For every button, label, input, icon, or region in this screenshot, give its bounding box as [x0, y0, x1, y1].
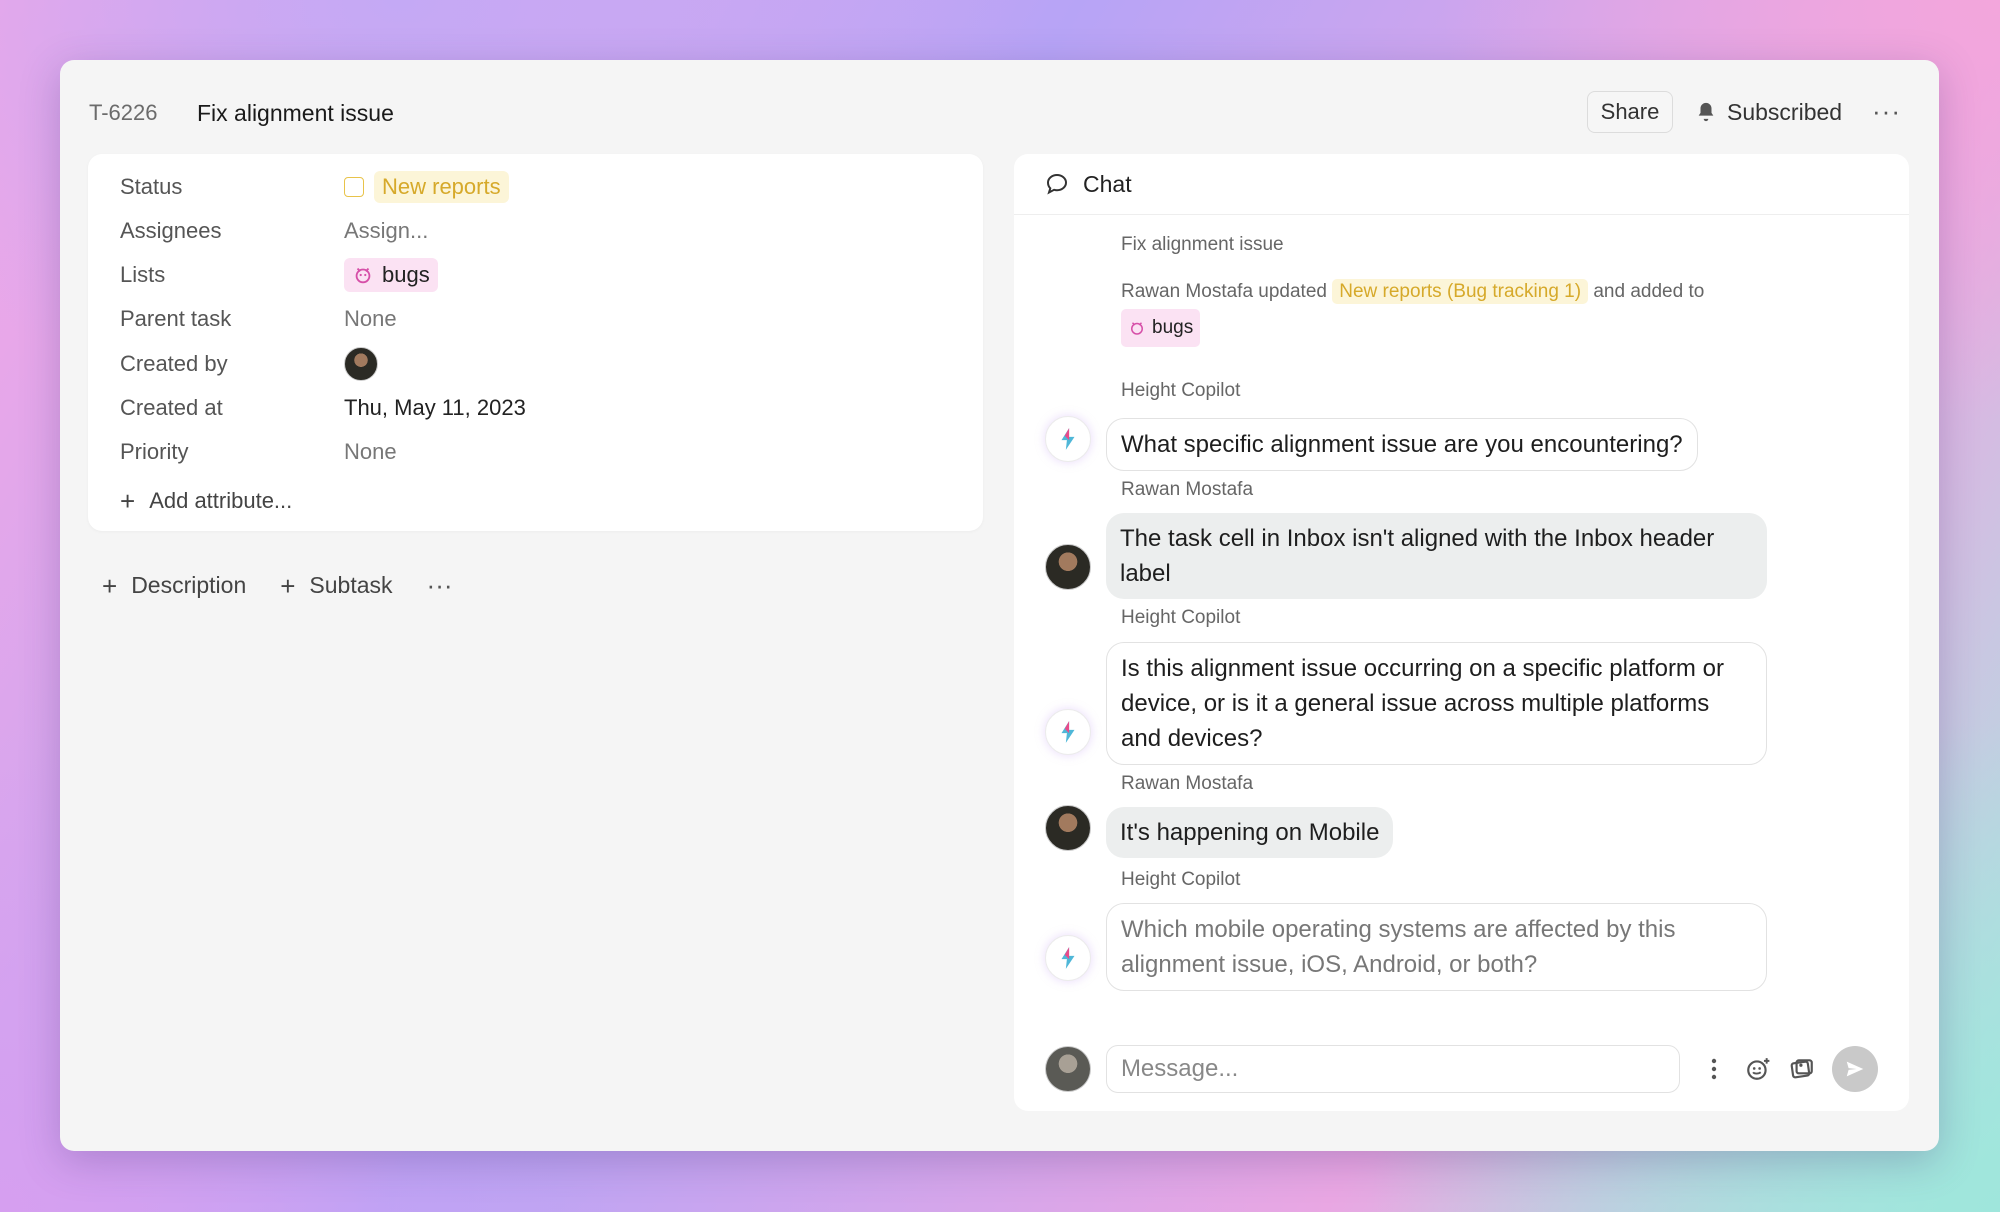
system-list-tag[interactable]: bugs — [1121, 309, 1201, 347]
system-title: Fix alignment issue — [1121, 234, 1284, 255]
system-status-tag[interactable]: New reports (Bug tracking 1) — [1332, 279, 1589, 304]
bugs-tag[interactable]: bugs — [344, 258, 438, 292]
parent-label: Parent task — [120, 306, 232, 331]
subtask-label: Subtask — [309, 572, 393, 598]
message-sender: Height Copilot — [1121, 607, 1241, 628]
chat-panel: Chat Fix alignment issue Rawan Mostafa u… — [1014, 154, 1909, 1111]
task-header: T-6226 Fix alignment issue Share Subscri… — [60, 60, 1939, 165]
attachment-icon[interactable] — [1788, 1055, 1816, 1083]
created-by-label: Created by — [120, 351, 228, 376]
message-bubble: It's happening on Mobile — [1106, 807, 1394, 858]
created-at-label: Created at — [120, 395, 223, 420]
priority-label: Priority — [120, 439, 189, 464]
message-sender: Rawan Mostafa — [1121, 479, 1254, 500]
attr-parent: Parent task None — [120, 304, 397, 334]
send-icon — [1846, 1061, 1864, 1077]
copilot-icon — [1045, 709, 1091, 755]
task-id: T-6226 — [89, 100, 158, 125]
status-tag[interactable]: New reports — [374, 171, 509, 203]
plus-icon: + — [280, 570, 296, 601]
add-description-button[interactable]: + Description — [102, 572, 246, 599]
message-bubble: What specific alignment issue are you en… — [1106, 418, 1698, 471]
plus-icon: + — [120, 486, 136, 516]
attributes-card: Status New reports Assignees Assign... L… — [88, 154, 983, 531]
add-subtask-button[interactable]: + Subtask — [280, 572, 392, 599]
bugs-label: bugs — [382, 262, 430, 287]
message-bubble: Is this alignment issue occurring on a s… — [1106, 642, 1767, 765]
status-label: Status — [120, 174, 183, 199]
copilot-icon — [1045, 935, 1091, 981]
avatar[interactable] — [1045, 1046, 1091, 1092]
copilot-icon — [1045, 416, 1091, 462]
task-actions: + Description + Subtask ··· — [102, 570, 453, 601]
message-bubble: The task cell in Inbox isn't aligned wit… — [1106, 513, 1767, 599]
system-update: Rawan Mostafa updated New reports (Bug t… — [1121, 275, 1741, 349]
system-list-label: bugs — [1152, 317, 1194, 338]
emoji-icon[interactable] — [1744, 1055, 1772, 1083]
attr-status: Status New reports — [120, 171, 509, 203]
system-and-added: and added — [1593, 281, 1684, 302]
message-bubble: Which mobile operating systems are affec… — [1106, 903, 1767, 991]
created-by-value — [344, 347, 378, 381]
attr-assignees: Assignees Assign... — [120, 216, 428, 246]
add-attribute-button[interactable]: + Add attribute... — [120, 488, 292, 514]
lists-label: Lists — [120, 262, 166, 287]
status-checkbox-icon[interactable] — [344, 177, 364, 197]
message-composer — [1045, 1044, 1879, 1094]
parent-value[interactable]: None — [344, 306, 397, 332]
assignees-value[interactable]: Assign... — [344, 218, 428, 244]
attr-lists: Lists bugs — [120, 258, 438, 292]
attr-created-at: Created at Thu, May 11, 2023 — [120, 393, 526, 423]
lists-value[interactable]: bugs — [344, 258, 438, 292]
bell-icon — [1698, 102, 1714, 122]
attr-priority: Priority None — [120, 437, 397, 467]
share-button[interactable]: Share — [1587, 91, 1673, 133]
bug-icon — [1131, 322, 1143, 335]
more-icon[interactable]: ··· — [1872, 96, 1901, 127]
assignees-label: Assignees — [120, 218, 222, 243]
bug-icon — [355, 267, 371, 284]
message-sender: Height Copilot — [1121, 380, 1241, 401]
message-sender: Rawan Mostafa — [1121, 773, 1254, 794]
more-icon[interactable]: ··· — [427, 570, 453, 601]
kebab-icon[interactable] — [1700, 1055, 1728, 1083]
subscribed-button[interactable]: Subscribed — [1695, 91, 1842, 133]
avatar[interactable] — [1045, 805, 1091, 851]
add-attribute-label: Add attribute... — [149, 488, 293, 513]
subscribed-label: Subscribed — [1727, 98, 1843, 125]
description-label: Description — [131, 572, 247, 598]
avatar[interactable] — [344, 347, 378, 381]
status-value[interactable]: New reports — [344, 171, 509, 203]
created-at-value: Thu, May 11, 2023 — [344, 395, 526, 420]
message-sender: Height Copilot — [1121, 869, 1241, 890]
attr-created-by: Created by — [120, 347, 378, 381]
priority-value[interactable]: None — [344, 439, 397, 465]
system-to: to — [1688, 281, 1705, 302]
send-button[interactable] — [1832, 1046, 1879, 1092]
task-title[interactable]: Fix alignment issue — [197, 100, 394, 127]
plus-icon: + — [102, 570, 118, 601]
chat-icon — [1046, 173, 1068, 195]
task-window: T-6226 Fix alignment issue Share Subscri… — [60, 60, 1939, 1151]
chat-header: Chat — [1014, 154, 1909, 215]
avatar[interactable] — [1045, 544, 1091, 590]
chat-title: Chat — [1083, 170, 1132, 197]
system-actor: Rawan Mostafa updated — [1121, 281, 1327, 302]
message-input[interactable] — [1105, 1045, 1681, 1093]
